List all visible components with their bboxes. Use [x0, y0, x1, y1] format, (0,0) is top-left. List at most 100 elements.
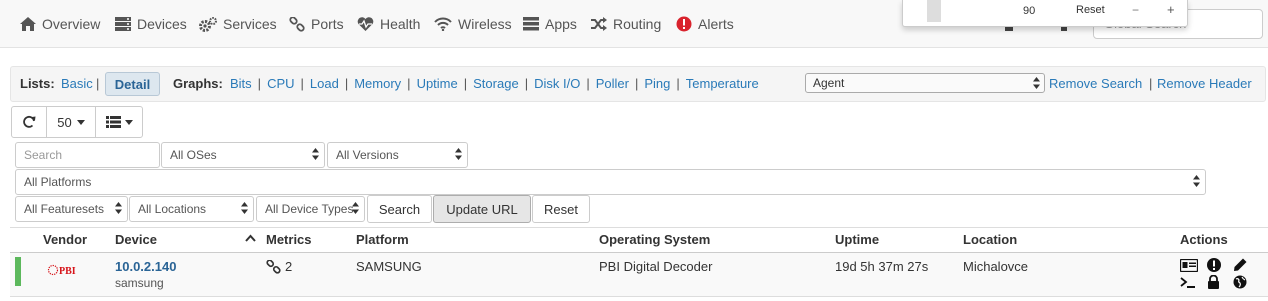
featuresets-select[interactable]: All Featuresets: [15, 196, 128, 222]
search-input[interactable]: Search: [15, 142, 160, 168]
nav-alerts-label: Alerts: [698, 16, 734, 32]
os-cell: PBI Digital Decoder: [599, 259, 713, 274]
graph-poller-link[interactable]: Poller: [596, 76, 629, 91]
select-arrows-icon: [1033, 77, 1040, 89]
device-link[interactable]: 10.0.2.140: [115, 259, 176, 274]
popup-slider-track[interactable]: [927, 0, 941, 22]
platform-cell: SAMSUNG: [356, 259, 422, 274]
metrics-cell[interactable]: 2: [266, 259, 292, 274]
server-icon: [115, 17, 131, 31]
device-types-select[interactable]: All Device Types: [256, 196, 365, 222]
column-header-location[interactable]: Location: [963, 232, 1017, 247]
nav-routing-label: Routing: [613, 16, 662, 32]
popup-value: 90: [1023, 5, 1036, 17]
column-header-metrics[interactable]: Metrics: [266, 232, 312, 247]
heartbeat-icon: [357, 16, 374, 31]
svg-text:PBI: PBI: [59, 266, 76, 277]
table-toolbar: 50: [11, 106, 143, 138]
remove-header-link[interactable]: Remove Header: [1157, 76, 1252, 91]
platforms-select-value: All Platforms: [24, 175, 92, 189]
caret-down-icon: [76, 119, 85, 125]
platforms-select[interactable]: All Platforms: [15, 169, 1206, 195]
sort-asc-icon[interactable]: [245, 234, 256, 242]
select-arrows-icon: [455, 148, 462, 160]
select-arrows-icon: [1193, 175, 1200, 187]
popup-plus-button[interactable]: +: [1167, 2, 1175, 17]
remove-search-link[interactable]: Remove Search: [1049, 76, 1142, 91]
nav-alerts[interactable]: Alerts: [676, 14, 734, 34]
metrics-count: 2: [285, 259, 293, 274]
id-card-icon[interactable]: [1180, 259, 1198, 272]
refresh-button[interactable]: [12, 107, 47, 137]
column-header-os[interactable]: Operating System: [599, 232, 710, 247]
graph-ping-link[interactable]: Ping: [644, 76, 670, 91]
location-cell: Michalovce: [963, 259, 1029, 274]
alert-circle-icon: [676, 16, 692, 32]
lock-icon[interactable]: [1207, 275, 1220, 289]
cogs-icon: [199, 16, 217, 32]
popup-reset-button[interactable]: Reset: [1076, 4, 1105, 16]
terminal-icon[interactable]: [1180, 277, 1196, 289]
edit-icon[interactable]: [1233, 258, 1247, 272]
refresh-icon: [23, 115, 36, 128]
nav-wireless[interactable]: Wireless: [434, 14, 512, 34]
page-size-dropdown[interactable]: 50: [47, 107, 96, 137]
column-header-uptime[interactable]: Uptime: [835, 232, 879, 247]
table-top-border: [10, 227, 1268, 228]
update-url-button[interactable]: Update URL: [433, 195, 531, 223]
select-arrows-icon: [115, 202, 122, 214]
column-header-actions: Actions: [1180, 232, 1228, 247]
nav-ports[interactable]: Ports: [289, 14, 344, 34]
search-button[interactable]: Search: [367, 195, 432, 223]
nav-health-label: Health: [380, 16, 421, 32]
nav-devices-label: Devices: [137, 16, 187, 32]
nav-routing[interactable]: Routing: [590, 14, 661, 34]
globe-icon[interactable]: [1233, 275, 1247, 289]
nav-health[interactable]: Health: [357, 14, 420, 34]
graph-cpu-link[interactable]: CPU: [267, 76, 294, 91]
nav-overview[interactable]: Overview: [20, 14, 100, 34]
agent-select-value: Agent: [813, 76, 845, 90]
nav-overview-label: Overview: [42, 16, 101, 32]
list-icon: [105, 116, 121, 128]
graphs-links: Bits | CPU | Load | Memory | Uptime | St…: [230, 76, 759, 91]
nav-services[interactable]: Services: [199, 14, 277, 34]
lists-label: Lists:: [20, 76, 55, 91]
popup-minus-button[interactable]: −: [1132, 3, 1139, 17]
versions-select[interactable]: All Versions: [327, 142, 468, 168]
caret-down-icon: [124, 119, 133, 125]
column-header-device[interactable]: Device: [115, 232, 157, 247]
graphs-label: Graphs:: [173, 76, 223, 91]
graph-load-link[interactable]: Load: [310, 76, 339, 91]
locations-select[interactable]: All Locations: [129, 196, 254, 222]
table-row[interactable]: PBI 10.0.2.140 samsung 2 SAMSUNG PBI Dig…: [10, 253, 1268, 296]
graph-diskio-link[interactable]: Disk I/O: [534, 76, 580, 91]
nav-ports-label: Ports: [311, 16, 344, 32]
graph-memory-link[interactable]: Memory: [354, 76, 401, 91]
list-basic-link[interactable]: Basic: [61, 76, 93, 91]
separator: |: [96, 76, 100, 91]
graph-bits-link[interactable]: Bits: [230, 76, 252, 91]
reset-button[interactable]: Reset: [532, 195, 590, 223]
featuresets-select-value: All Featuresets: [24, 202, 105, 216]
list-options-panel: Lists: Basic | Detail Graphs: Bits | CPU…: [10, 66, 1266, 102]
home-icon: [20, 17, 36, 31]
os-select[interactable]: All OSes: [161, 142, 325, 168]
list-detail-button[interactable]: Detail: [105, 72, 160, 96]
column-header-platform[interactable]: Platform: [356, 232, 409, 247]
status-indicator: [15, 257, 21, 286]
nav-devices[interactable]: Devices: [115, 14, 187, 34]
link-icon: [289, 16, 305, 32]
column-header-vendor[interactable]: Vendor: [43, 232, 87, 247]
device-hostname: samsung: [115, 276, 164, 290]
graph-temperature-link[interactable]: Temperature: [686, 76, 759, 91]
agent-select[interactable]: Agent: [805, 73, 1045, 93]
locations-select-value: All Locations: [138, 202, 207, 216]
graph-uptime-link[interactable]: Uptime: [417, 76, 458, 91]
wifi-icon: [434, 17, 452, 31]
graph-storage-link[interactable]: Storage: [473, 76, 519, 91]
nav-apps-label: Apps: [545, 16, 577, 32]
nav-apps[interactable]: Apps: [523, 14, 577, 34]
columns-dropdown[interactable]: [96, 107, 142, 137]
alert-icon[interactable]: [1207, 258, 1221, 272]
